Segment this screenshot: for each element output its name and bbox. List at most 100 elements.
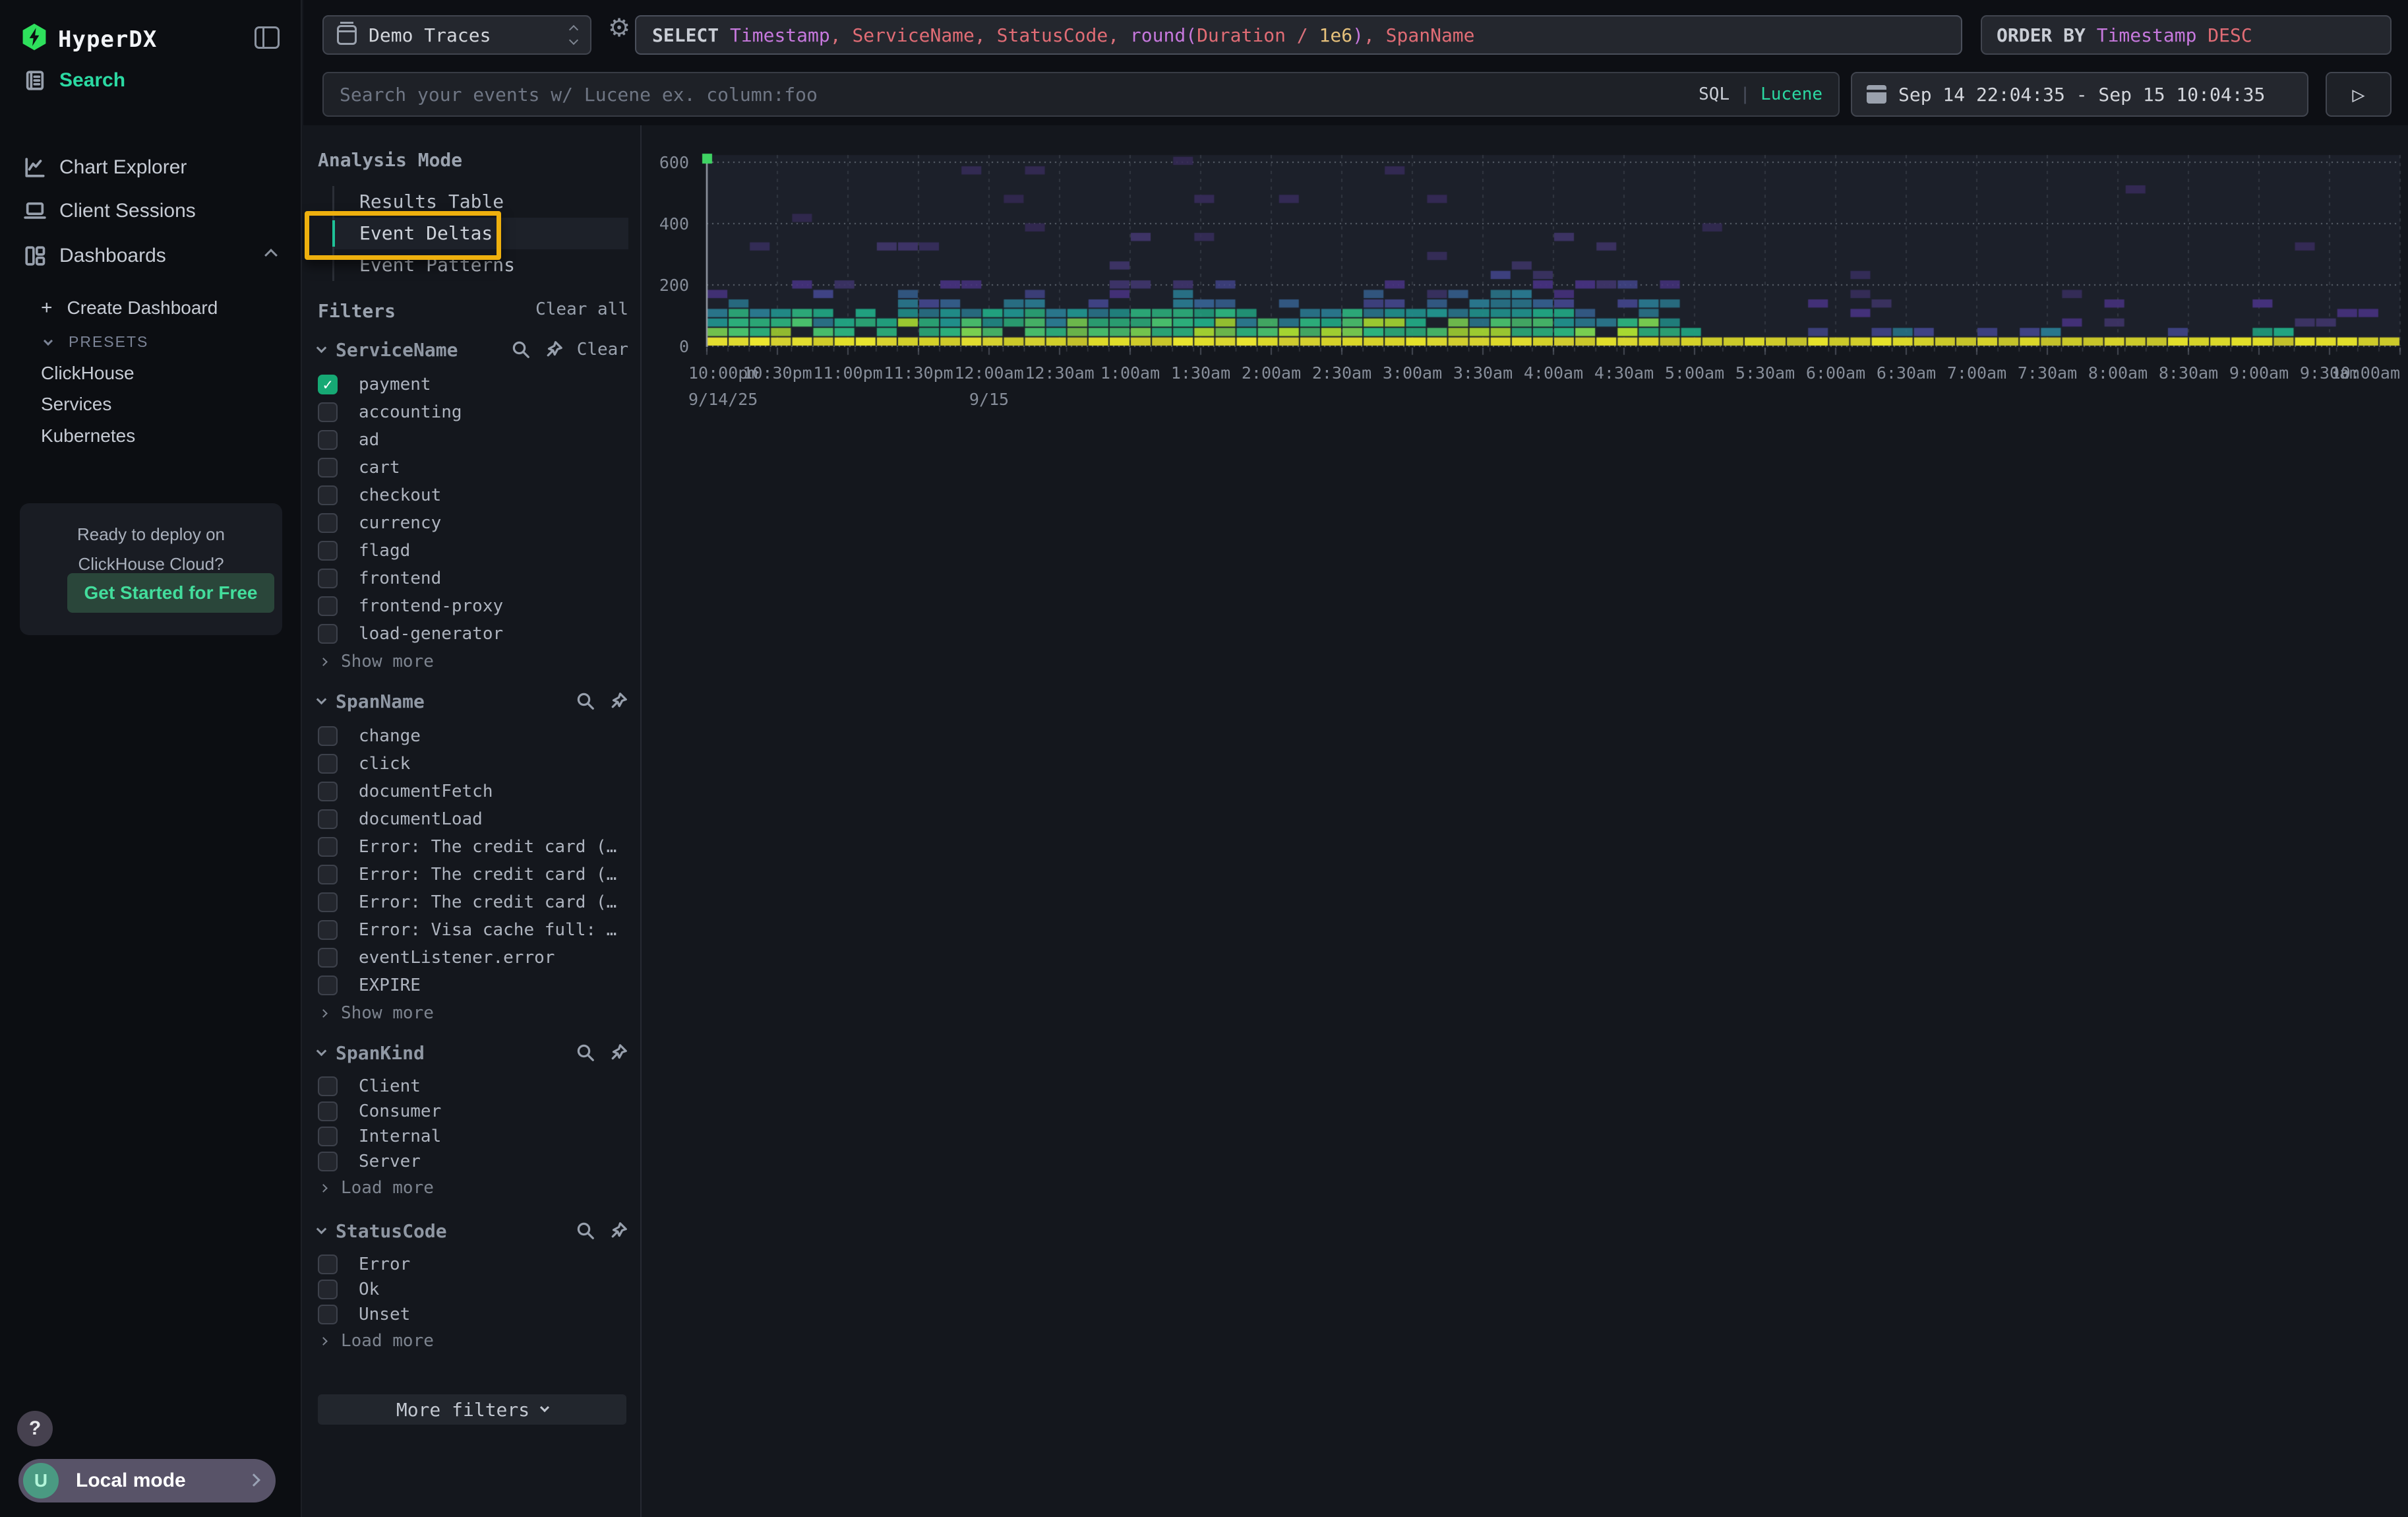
checkbox-unchecked[interactable] <box>318 402 338 422</box>
filter-option-label: change <box>359 726 421 746</box>
filter-option[interactable]: Error: The credit card (… <box>318 833 628 861</box>
help-button[interactable]: ? <box>17 1411 53 1446</box>
filter-option[interactable]: Client <box>318 1074 628 1099</box>
filter-option[interactable]: click <box>318 750 628 778</box>
filter-option[interactable]: load-generator <box>318 620 628 648</box>
filter-option[interactable]: Error: Visa cache full: … <box>318 916 628 944</box>
sql-select-input[interactable]: SELECT Timestamp, ServiceName, StatusCod… <box>635 15 1962 55</box>
time-range-picker[interactable]: Sep 14 22:04:35 - Sep 15 10:04:35 <box>1851 72 2308 117</box>
get-started-button[interactable]: Get Started for Free <box>67 573 274 613</box>
checkbox-unchecked[interactable] <box>318 865 338 884</box>
filter-option[interactable]: frontend-proxy <box>318 592 628 620</box>
checkbox-unchecked[interactable] <box>318 809 338 829</box>
create-dashboard-button[interactable]: + Create Dashboard <box>0 292 302 324</box>
filter-option[interactable]: documentLoad <box>318 805 628 833</box>
pin-icon[interactable] <box>609 1043 628 1063</box>
lucene-mode-button[interactable]: Lucene <box>1761 84 1822 104</box>
duration-heatmap-canvas[interactable] <box>699 150 2408 368</box>
search-icon[interactable] <box>576 1043 595 1063</box>
more-filters-button[interactable]: More filters <box>318 1394 626 1425</box>
filter-option[interactable]: Error <box>318 1252 628 1277</box>
checkbox-unchecked[interactable] <box>318 513 338 533</box>
filter-group-header[interactable]: ServiceNameClear <box>318 336 628 363</box>
checkbox-unchecked[interactable] <box>318 541 338 561</box>
checkbox-unchecked[interactable] <box>318 569 338 588</box>
show-more-link[interactable]: Load more <box>318 1174 628 1202</box>
filter-option[interactable]: Error: The credit card (… <box>318 888 628 916</box>
show-more-link[interactable]: Show more <box>318 999 628 1027</box>
sql-mode-button[interactable]: SQL <box>1699 84 1730 104</box>
checkbox-unchecked[interactable] <box>318 1127 338 1146</box>
filter-option[interactable]: ad <box>318 426 628 454</box>
checkbox-unchecked[interactable] <box>318 892 338 912</box>
preset-item-kubernetes[interactable]: Kubernetes <box>0 420 302 452</box>
filter-option[interactable]: Unset <box>318 1302 628 1327</box>
checkbox-unchecked[interactable] <box>318 1305 338 1324</box>
checkbox-unchecked[interactable] <box>318 782 338 801</box>
checkbox-unchecked[interactable] <box>318 920 338 940</box>
checkbox-unchecked[interactable] <box>318 1101 338 1121</box>
search-icon[interactable] <box>511 340 531 359</box>
filter-option[interactable]: Consumer <box>318 1099 628 1124</box>
clear-filter-link[interactable]: Clear <box>577 340 628 359</box>
filter-option[interactable]: Server <box>318 1149 628 1174</box>
filter-option[interactable]: Internal <box>318 1124 628 1149</box>
lucene-search-input[interactable]: Search your events w/ Lucene ex. column:… <box>322 72 1840 117</box>
analysis-mode-option[interactable]: Event Patterns <box>334 249 628 281</box>
filter-option[interactable]: change <box>318 722 628 750</box>
filter-option[interactable]: cart <box>318 454 628 481</box>
checkbox-unchecked[interactable] <box>318 975 338 995</box>
sidebar-item-dashboards[interactable]: Dashboards <box>0 239 302 273</box>
checkbox-unchecked[interactable] <box>318 948 338 968</box>
filter-option[interactable]: eventListener.error <box>318 944 628 972</box>
pin-icon[interactable] <box>609 1221 628 1241</box>
clear-all-filters-link[interactable]: Clear all <box>535 299 628 319</box>
filter-option[interactable]: ✓payment <box>318 371 628 398</box>
sidebar-collapse-icon[interactable] <box>255 26 280 49</box>
filter-group-header[interactable]: SpanKind <box>318 1039 628 1066</box>
filter-option[interactable]: accounting <box>318 398 628 426</box>
search-icon[interactable] <box>576 691 595 711</box>
checkbox-checked[interactable]: ✓ <box>318 375 338 394</box>
checkbox-unchecked[interactable] <box>318 1152 338 1171</box>
gear-icon[interactable]: ⚙ <box>608 13 630 42</box>
filter-option[interactable]: frontend <box>318 565 628 592</box>
preset-item-clickhouse[interactable]: ClickHouse <box>0 357 302 389</box>
filter-option[interactable]: Error: The credit card (… <box>318 861 628 888</box>
analysis-mode-option[interactable]: Results Table <box>334 186 628 218</box>
checkbox-unchecked[interactable] <box>318 485 338 505</box>
checkbox-unchecked[interactable] <box>318 458 338 478</box>
filter-option[interactable]: documentFetch <box>318 778 628 805</box>
filter-option[interactable]: checkout <box>318 481 628 509</box>
sidebar-item-chart-explorer[interactable]: Chart Explorer <box>0 150 302 185</box>
run-query-button[interactable]: ▷ <box>2326 72 2392 117</box>
show-more-link[interactable]: Load more <box>318 1327 628 1355</box>
preset-item-services[interactable]: Services <box>0 388 302 420</box>
search-icon[interactable] <box>576 1221 595 1241</box>
checkbox-unchecked[interactable] <box>318 837 338 857</box>
filter-option[interactable]: flagd <box>318 537 628 565</box>
filter-group-header[interactable]: StatusCode <box>318 1218 628 1244</box>
sidebar-item-search[interactable]: Search <box>0 63 302 98</box>
local-mode-menu[interactable]: U Local mode <box>18 1459 276 1502</box>
pin-icon[interactable] <box>609 691 628 711</box>
checkbox-unchecked[interactable] <box>318 1254 338 1274</box>
source-select[interactable]: Demo Traces <box>322 15 591 55</box>
analysis-mode-option[interactable]: Event Deltas <box>334 218 628 249</box>
checkbox-unchecked[interactable] <box>318 1076 338 1096</box>
checkbox-unchecked[interactable] <box>318 596 338 616</box>
checkbox-unchecked[interactable] <box>318 754 338 774</box>
checkbox-unchecked[interactable] <box>318 624 338 644</box>
filter-option[interactable]: EXPIRE <box>318 972 628 999</box>
checkbox-unchecked[interactable] <box>318 430 338 450</box>
checkbox-unchecked[interactable] <box>318 726 338 746</box>
checkbox-unchecked[interactable] <box>318 1280 338 1299</box>
filter-option[interactable]: currency <box>318 509 628 537</box>
sidebar-item-client-sessions[interactable]: Client Sessions <box>0 194 302 228</box>
filter-group-header[interactable]: SpanName <box>318 688 628 714</box>
order-by-input[interactable]: ORDER BY Timestamp DESC <box>1981 15 2392 55</box>
filter-option[interactable]: Ok <box>318 1277 628 1302</box>
show-more-link[interactable]: Show more <box>318 648 628 675</box>
presets-toggle[interactable]: PRESETS <box>0 326 302 357</box>
pin-icon[interactable] <box>544 340 564 359</box>
